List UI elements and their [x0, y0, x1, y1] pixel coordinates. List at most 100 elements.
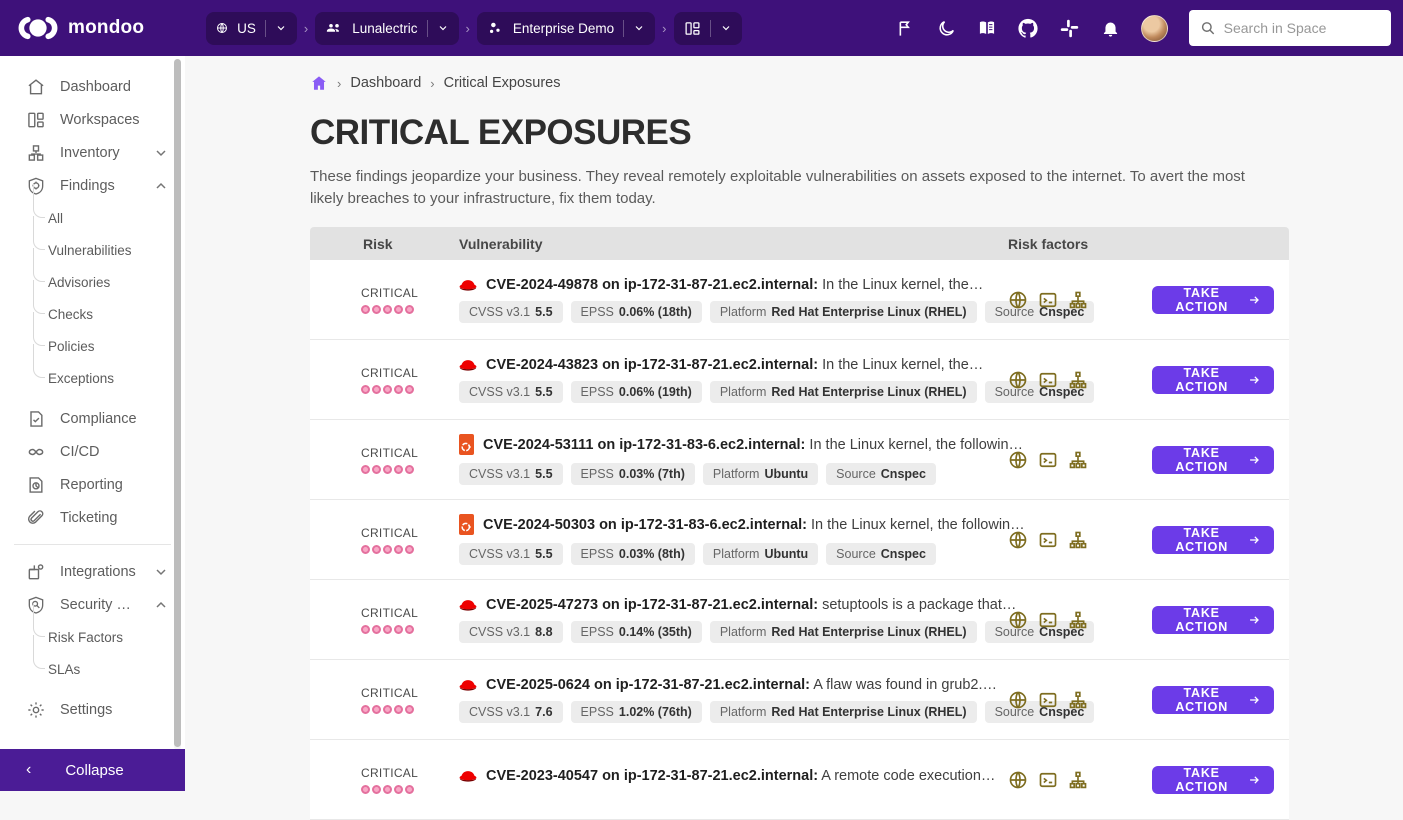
sidebar-item-ticketing[interactable]: Ticketing	[0, 501, 185, 534]
table-row[interactable]: CRITICAL CVE-2023-40547 on ip-172-31-87-…	[310, 740, 1289, 820]
network-icon[interactable]	[1068, 530, 1088, 550]
github-icon[interactable]	[1018, 18, 1038, 38]
network-icon[interactable]	[1068, 770, 1088, 790]
workspace-picker[interactable]	[674, 12, 742, 45]
sidebar-item-checks[interactable]: Checks	[33, 298, 185, 330]
severity-dots	[361, 705, 459, 714]
org-selector[interactable]: Lunalectric	[315, 12, 458, 45]
action-cell: TAKE ACTION	[1152, 606, 1289, 634]
chevron-up-icon[interactable]	[153, 178, 169, 194]
home-icon[interactable]	[310, 74, 328, 92]
remote-execution-icon[interactable]	[1038, 370, 1058, 390]
remote-execution-icon[interactable]	[1038, 290, 1058, 310]
sidebar-item-dashboard[interactable]: Dashboard	[0, 70, 185, 103]
remote-execution-icon[interactable]	[1038, 450, 1058, 470]
vulnerability-title[interactable]: CVE-2025-47273 on ip-172-31-87-21.ec2.in…	[459, 597, 990, 613]
vulnerability-title[interactable]: CVE-2023-40547 on ip-172-31-87-21.ec2.in…	[459, 768, 990, 784]
internet-exposed-icon[interactable]	[1008, 450, 1028, 470]
vulnerability-title[interactable]: CVE-2025-0624 on ip-172-31-87-21.ec2.int…	[459, 677, 990, 693]
collapse-button[interactable]: ‹ Collapse	[0, 749, 185, 791]
sidebar-item-reporting[interactable]: Reporting	[0, 468, 185, 501]
sidebar-item-security-model[interactable]: Security Mo...	[0, 588, 185, 621]
chevron-down-icon[interactable]	[153, 145, 169, 161]
mondoo-logo[interactable]: mondoo	[17, 15, 144, 41]
table-row[interactable]: CRITICAL CVE-2025-47273 on ip-172-31-87-…	[310, 580, 1289, 660]
severity-dot	[383, 545, 392, 554]
sidebar-item-cicd[interactable]: CI/CD	[0, 435, 185, 468]
chevron-down-icon[interactable]	[633, 22, 645, 34]
user-avatar[interactable]	[1141, 15, 1168, 42]
network-icon[interactable]	[1068, 450, 1088, 470]
sidebar-item-risk-factors[interactable]: Risk Factors	[33, 621, 185, 653]
sidebar-item-policies[interactable]: Policies	[33, 330, 185, 362]
remote-execution-icon[interactable]	[1038, 530, 1058, 550]
chevron-down-icon[interactable]	[720, 22, 732, 34]
vulnerability-title[interactable]: CVE-2024-43823 on ip-172-31-87-21.ec2.in…	[459, 357, 990, 373]
sidebar-item-settings[interactable]: Settings	[0, 693, 185, 726]
table-row[interactable]: CRITICAL CVE-2025-0624 on ip-172-31-87-2…	[310, 660, 1289, 740]
space-search[interactable]	[1189, 10, 1391, 46]
vulnerability-title[interactable]: CVE-2024-53111 on ip-172-31-83-6.ec2.int…	[459, 434, 990, 455]
take-action-button[interactable]: TAKE ACTION	[1152, 286, 1274, 314]
sidebar-item-label: Advisories	[48, 275, 110, 290]
sidebar-item-advisories[interactable]: Advisories	[33, 266, 185, 298]
chevron-up-icon[interactable]	[153, 597, 169, 613]
table-row[interactable]: CRITICAL CVE-2024-50303 on ip-172-31-83-…	[310, 500, 1289, 580]
severity-dot	[405, 305, 414, 314]
sidebar-item-all[interactable]: All	[33, 202, 185, 234]
network-icon[interactable]	[1068, 690, 1088, 710]
chevron-down-icon[interactable]	[153, 564, 169, 580]
take-action-button[interactable]: TAKE ACTION	[1152, 766, 1274, 794]
severity-dot	[361, 705, 370, 714]
take-action-label: TAKE ACTION	[1165, 526, 1238, 554]
sidebar-item-exceptions[interactable]: Exceptions	[33, 362, 185, 394]
sidebar-item-label: All	[48, 211, 63, 226]
take-action-label: TAKE ACTION	[1165, 446, 1238, 474]
sidebar-item-findings[interactable]: Findings	[0, 169, 185, 202]
internet-exposed-icon[interactable]	[1008, 690, 1028, 710]
remote-execution-icon[interactable]	[1038, 690, 1058, 710]
network-icon[interactable]	[1068, 610, 1088, 630]
sidebar-item-workspaces[interactable]: Workspaces	[0, 103, 185, 136]
slack-icon[interactable]	[1059, 18, 1079, 38]
table-row[interactable]: CRITICAL CVE-2024-49878 on ip-172-31-87-…	[310, 260, 1289, 340]
chevron-down-icon[interactable]	[275, 22, 287, 34]
region-selector[interactable]: US	[206, 12, 297, 45]
sidebar-item-inventory[interactable]: Inventory	[0, 136, 185, 169]
sidebar-item-vulnerabilities[interactable]: Vulnerabilities	[33, 234, 185, 266]
internet-exposed-icon[interactable]	[1008, 770, 1028, 790]
take-action-button[interactable]: TAKE ACTION	[1152, 366, 1274, 394]
internet-exposed-icon[interactable]	[1008, 370, 1028, 390]
sidebar-item-slas[interactable]: SLAs	[33, 653, 185, 685]
search-input[interactable]	[1224, 20, 1380, 36]
chevron-down-icon[interactable]	[437, 22, 449, 34]
network-icon[interactable]	[1068, 370, 1088, 390]
space-selector[interactable]: Enterprise Demo	[477, 12, 655, 45]
breadcrumb: › Dashboard › Critical Exposures	[310, 74, 1403, 92]
scrollbar-thumb[interactable]	[174, 59, 181, 747]
chip: CVSS v3.15.5	[459, 543, 563, 565]
sidebar-item-compliance[interactable]: Compliance	[0, 402, 185, 435]
vulnerability-title[interactable]: CVE-2024-50303 on ip-172-31-83-6.ec2.int…	[459, 514, 990, 535]
flag-icon[interactable]	[895, 18, 915, 38]
internet-exposed-icon[interactable]	[1008, 290, 1028, 310]
take-action-button[interactable]: TAKE ACTION	[1152, 526, 1274, 554]
table-row[interactable]: CRITICAL CVE-2024-53111 on ip-172-31-83-…	[310, 420, 1289, 500]
severity-dot	[361, 305, 370, 314]
dark-mode-icon[interactable]	[936, 18, 956, 38]
remote-execution-icon[interactable]	[1038, 770, 1058, 790]
internet-exposed-icon[interactable]	[1008, 610, 1028, 630]
notifications-icon[interactable]	[1100, 18, 1120, 38]
take-action-button[interactable]: TAKE ACTION	[1152, 686, 1274, 714]
vulnerability-title[interactable]: CVE-2024-49878 on ip-172-31-87-21.ec2.in…	[459, 277, 990, 293]
take-action-button[interactable]: TAKE ACTION	[1152, 606, 1274, 634]
take-action-button[interactable]: TAKE ACTION	[1152, 446, 1274, 474]
docs-icon[interactable]	[977, 18, 997, 38]
sidebar-scrollbar[interactable]	[174, 59, 181, 750]
breadcrumb-dashboard[interactable]: Dashboard	[350, 75, 421, 91]
sidebar-item-integrations[interactable]: Integrations	[0, 555, 185, 588]
internet-exposed-icon[interactable]	[1008, 530, 1028, 550]
table-row[interactable]: CRITICAL CVE-2024-43823 on ip-172-31-87-…	[310, 340, 1289, 420]
network-icon[interactable]	[1068, 290, 1088, 310]
remote-execution-icon[interactable]	[1038, 610, 1058, 630]
